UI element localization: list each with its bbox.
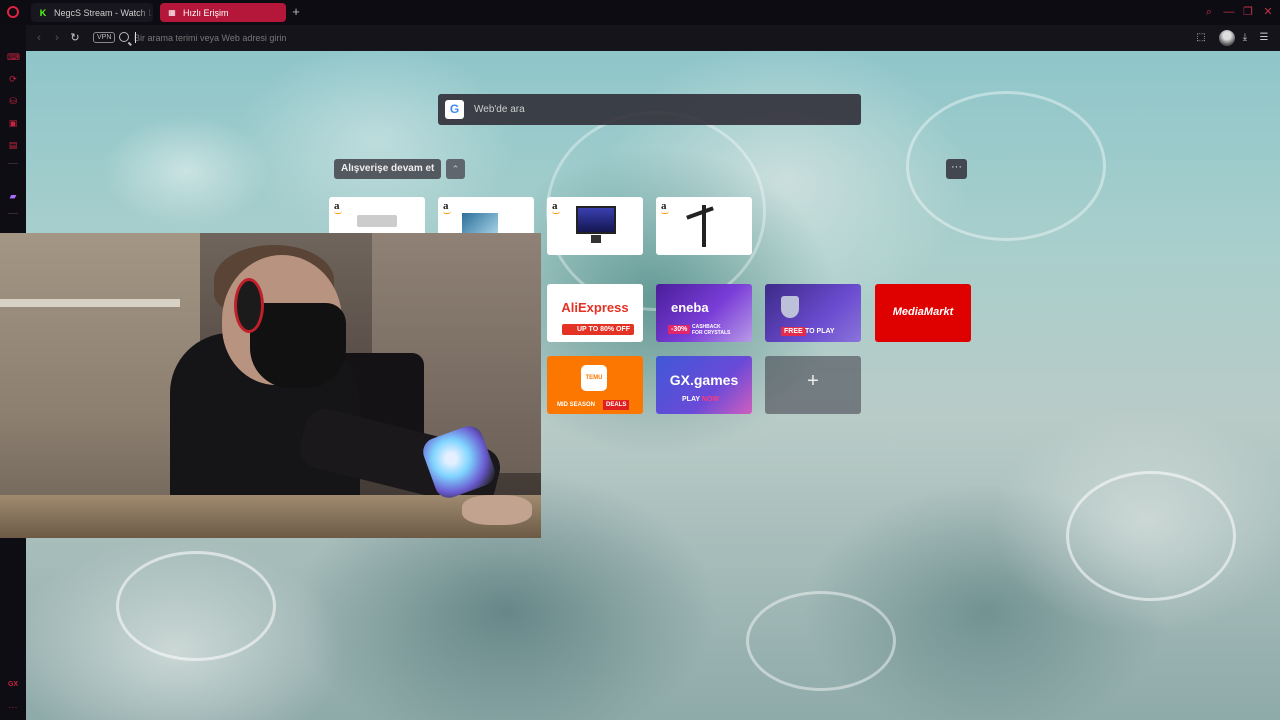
menu-icon[interactable]: ☰	[1258, 32, 1270, 44]
wot-play-text: TO PLAY	[805, 328, 835, 335]
add-site-tile[interactable]: +	[765, 356, 861, 414]
mediamarkt-logo: MediaMarkt	[892, 306, 954, 318]
gx-now-word: NOW	[701, 396, 719, 403]
sidebar-divider	[8, 163, 18, 164]
download-icon[interactable]: ⤓	[1239, 32, 1251, 44]
twitch-icon[interactable]: ▰	[7, 190, 19, 202]
wallpaper-swirl	[746, 591, 896, 691]
webcam-person-mask	[250, 303, 346, 388]
temu-tile[interactable]: TEMU MID SEASON DEALS	[547, 356, 643, 414]
product-image	[357, 215, 397, 227]
eneba-tile[interactable]: eneba -30% CASHBACK FOR CRYSTALS	[656, 284, 752, 342]
messenger-icon[interactable]: ▣	[7, 117, 19, 129]
gx-games-tile[interactable]: GX.games PLAY NOW	[656, 356, 752, 414]
text-caret	[135, 32, 136, 43]
speed-dial-more-button[interactable]: ···	[946, 159, 967, 179]
wallpaper-swirl	[906, 91, 1106, 241]
aliexpress-tile[interactable]: AliExpress UP TO 80% OFF	[547, 284, 643, 342]
address-bar: ‹ › ↻ VPN ⬚ ⤓ ☰	[26, 25, 1280, 51]
eneba-discount-badge: -30%	[668, 325, 691, 334]
tab-kick-stream[interactable]: K NegcS Stream - Watch Live on Kick	[31, 3, 153, 22]
webcam-headset	[234, 278, 264, 333]
aliexpress-logo: AliExpress	[561, 300, 629, 315]
chevron-up-icon[interactable]: ⌃	[446, 159, 465, 179]
temu-deals-badge: DEALS	[603, 400, 630, 410]
gx-control-icon[interactable]: ⌨	[7, 51, 20, 63]
amazon-product-tile[interactable]: a	[547, 197, 643, 255]
temu-logo: TEMU	[581, 365, 607, 391]
monitor-stand	[591, 235, 601, 243]
game-store-icon[interactable]: ⛁	[7, 95, 19, 107]
sidebar-divider	[8, 213, 18, 214]
web-search-box[interactable]: G Web'de ara	[438, 94, 861, 125]
gx-play-now: PLAY NOW	[682, 396, 719, 403]
snapshot-icon[interactable]: ⬚	[1195, 32, 1207, 44]
temu-season-text: MID SEASON	[557, 402, 596, 408]
amazon-product-tile[interactable]: a	[656, 197, 752, 255]
eneba-cashback-text: CASHBACK FOR CRYSTALS	[692, 324, 731, 336]
vpn-badge[interactable]: VPN	[93, 32, 116, 43]
minimize-icon[interactable]: —	[1222, 5, 1236, 19]
tab-bar: K NegcS Stream - Watch Live on Kick ▦ Hı…	[0, 0, 1280, 25]
amazon-icon: a	[443, 200, 451, 214]
grid-icon: ▦	[168, 8, 176, 17]
maximize-icon[interactable]: ❐	[1241, 5, 1255, 19]
amazon-icon: a	[334, 200, 342, 214]
more-dots-icon[interactable]: ···	[7, 701, 19, 713]
search-tabs-icon[interactable]: ⌕	[1202, 5, 1216, 19]
tab-title: NegcS Stream - Watch Live on Kick	[54, 7, 153, 18]
mediamarkt-tile[interactable]: MediaMarkt	[875, 284, 971, 342]
profile-avatar[interactable]	[1219, 30, 1235, 46]
tab-speed-dial[interactable]: ▦ Hızlı Erişim	[160, 3, 286, 22]
webcam-shelf	[0, 299, 180, 307]
wot-shield-icon	[781, 296, 799, 318]
product-image	[576, 206, 616, 234]
twitch-box-icon[interactable]: ▤	[7, 139, 19, 151]
world-of-tanks-tile[interactable]: FREE TO PLAY	[765, 284, 861, 342]
aliexpress-promo: UP TO 80% OFF	[562, 324, 635, 335]
tab-title: Hızlı Erişim	[183, 7, 229, 18]
continue-shopping-label[interactable]: Alışverişe devam et	[334, 159, 442, 179]
product-image	[462, 213, 498, 235]
wallpaper-swirl	[1066, 471, 1236, 601]
amazon-icon: a	[552, 200, 560, 214]
webcam-person-hand	[462, 495, 532, 525]
new-tab-plus-icon[interactable]: +	[289, 5, 303, 19]
google-icon: G	[445, 100, 464, 119]
close-icon[interactable]: ✕	[1261, 5, 1275, 19]
gx-play-word: PLAY	[682, 396, 700, 403]
eneba-logo: eneba	[671, 300, 709, 315]
gx-cleaner-icon[interactable]: ⟳	[7, 73, 19, 85]
search-icon	[119, 32, 129, 42]
gx-games-logo: GX.games	[669, 372, 739, 388]
webcam-overlay	[0, 233, 541, 538]
gx-corner-label[interactable]: GX	[7, 679, 19, 691]
wallpaper-swirl	[116, 551, 276, 661]
reload-icon[interactable]: ↻	[68, 31, 82, 45]
forward-arrow-icon[interactable]: ›	[50, 31, 64, 45]
opera-gx-logo-icon[interactable]	[7, 6, 19, 18]
webcam-desk	[0, 495, 541, 538]
kick-icon: K	[39, 7, 47, 18]
url-input[interactable]	[134, 31, 634, 45]
amazon-icon: a	[661, 200, 669, 214]
back-arrow-icon[interactable]: ‹	[32, 31, 46, 45]
arm-segment	[686, 206, 714, 220]
add-plus-icon: +	[807, 370, 819, 392]
wot-free-badge: FREE	[781, 327, 806, 336]
search-placeholder: Web'de ara	[474, 104, 525, 115]
